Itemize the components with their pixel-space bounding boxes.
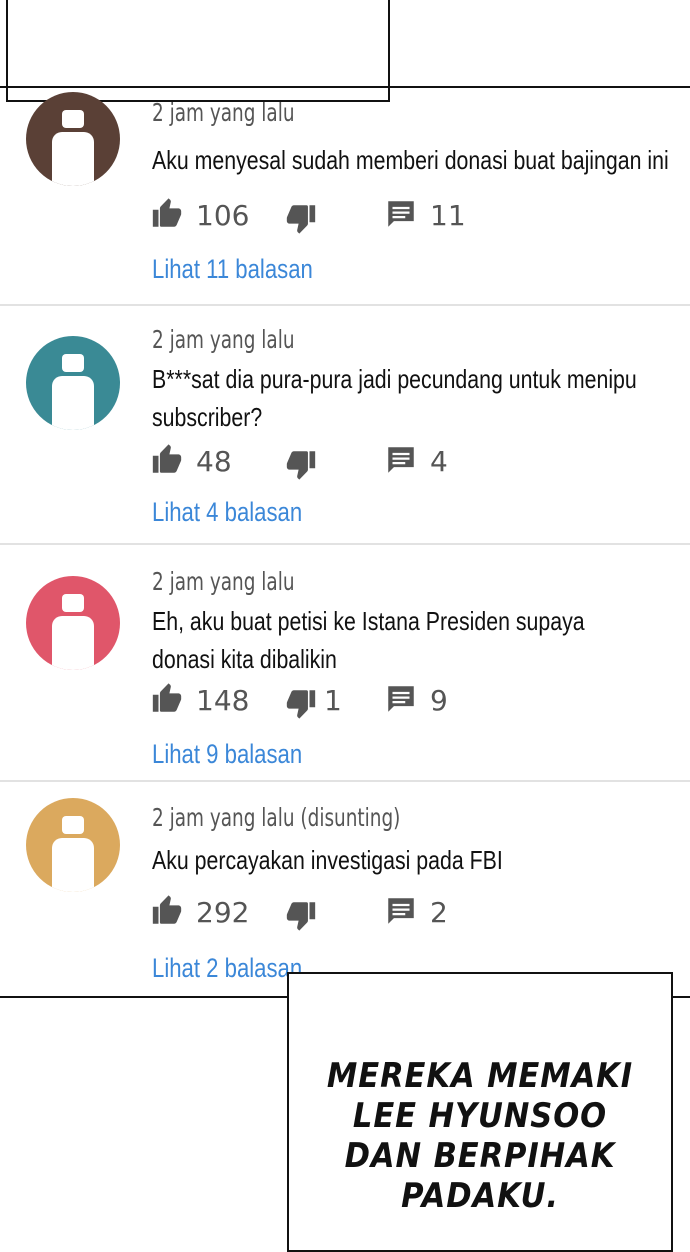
like-count: 148 [196, 684, 250, 717]
top-panel-border [0, 86, 690, 88]
comment-icon[interactable] [384, 197, 418, 231]
thumbs-down-icon[interactable] [284, 201, 318, 235]
comment-divider [0, 780, 690, 782]
thumbs-down-icon[interactable] [284, 898, 318, 932]
thumbs-up-icon[interactable] [150, 894, 184, 928]
like-count: 292 [196, 896, 250, 929]
comment-divider [0, 304, 690, 306]
thumbs-up-icon[interactable] [150, 443, 184, 477]
comment-text: Aku menyesal sudah memberi donasi buat b… [152, 145, 669, 175]
narration-box: MEREKA MEMAKI LEE HYUNSOO DAN BERPIHAK P… [287, 972, 673, 1252]
comment-text: Aku percayakan investigasi pada FBI [152, 845, 503, 875]
view-replies-link[interactable]: Lihat 2 balasan [152, 953, 302, 984]
thumbs-up-icon[interactable] [150, 197, 184, 231]
comment-time: 2 jam yang lalu [152, 567, 295, 596]
thumbs-down-icon[interactable] [284, 447, 318, 481]
dislike-count: 1 [324, 684, 342, 717]
like-count: 106 [196, 199, 250, 232]
thumbs-up-icon[interactable] [150, 682, 184, 716]
comment-actions: 106 11 [150, 197, 550, 237]
comment-icon[interactable] [384, 443, 418, 477]
avatar[interactable] [26, 798, 120, 892]
reply-count: 4 [430, 445, 448, 478]
bottom-panel-border [0, 996, 288, 998]
comment-icon[interactable] [384, 682, 418, 716]
thumbs-down-icon[interactable] [284, 686, 318, 720]
reply-count: 9 [430, 684, 448, 717]
view-replies-link[interactable]: Lihat 11 balasan [152, 254, 313, 285]
comment-icon[interactable] [384, 894, 418, 928]
comment-actions: 48 4 [150, 443, 550, 483]
view-replies-link[interactable]: Lihat 9 balasan [152, 739, 302, 770]
avatar[interactable] [26, 336, 120, 430]
comment-text: B***sat dia pura-pura jadi pecundang unt… [152, 364, 637, 432]
reply-count: 2 [430, 896, 448, 929]
reply-count: 11 [430, 199, 466, 232]
comment-time: 2 jam yang lalu [152, 325, 295, 354]
comment-text: Eh, aku buat petisi ke Istana Presiden s… [152, 606, 585, 674]
comment-time: 2 jam yang lalu (disunting) [152, 803, 401, 832]
avatar[interactable] [26, 576, 120, 670]
view-replies-link[interactable]: Lihat 4 balasan [152, 497, 302, 528]
like-count: 48 [196, 445, 232, 478]
narration-text: MEREKA MEMAKI LEE HYUNSOO DAN BERPIHAK P… [326, 1056, 634, 1216]
comment-time: 2 jam yang lalu [152, 98, 295, 127]
comment-divider [0, 543, 690, 545]
comment-actions: 148 1 9 [150, 682, 550, 722]
avatar[interactable] [26, 92, 120, 186]
comment-actions: 292 2 [150, 894, 550, 934]
bottom-panel-border [672, 996, 690, 998]
